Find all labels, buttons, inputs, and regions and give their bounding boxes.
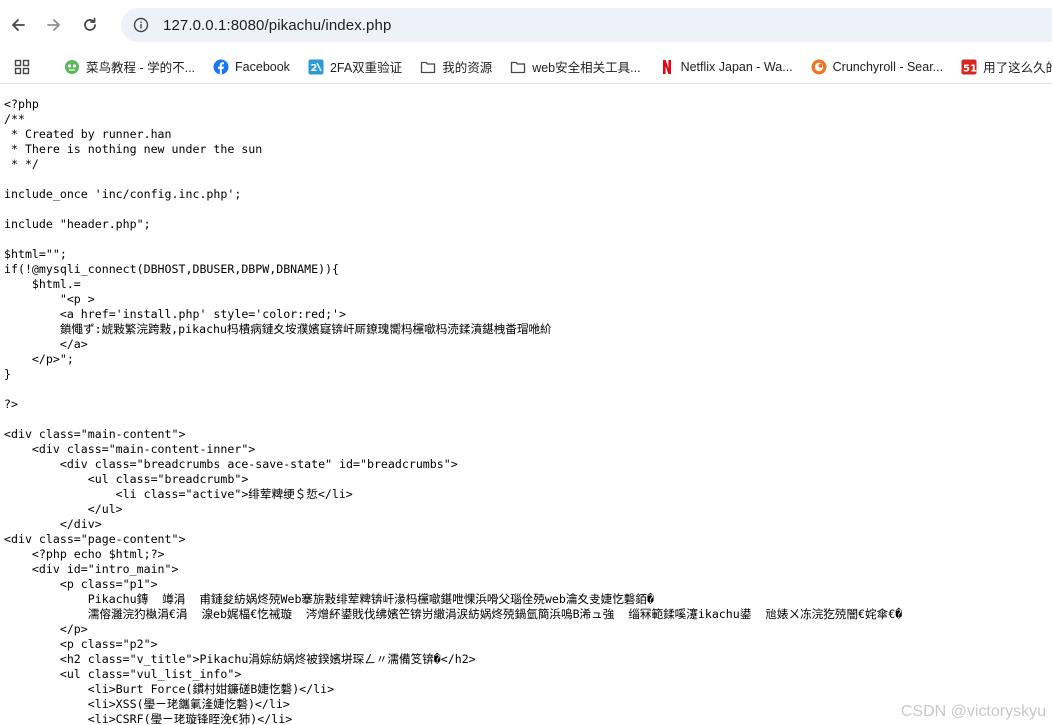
facebook-icon [213,59,229,75]
source-line: <div id="intro_main"> [4,562,179,576]
source-line: <li class="active">绯荤粺绠＄悊</li> [4,487,353,501]
address-bar[interactable]: 127.0.0.1:8080/pikachu/index.php [121,8,1052,42]
source-line [4,232,1052,247]
bookmark-51[interactable]: 51 用了这么久的 [955,53,1052,81]
source-line: </div> [4,517,102,531]
back-button[interactable] [3,10,33,40]
watermark-text: CSDN @victoryskyu [900,703,1046,720]
bookmarks-bar: 菜鸟教程 - 学的不... Facebook 2 2FA双重验证 我的资源 we… [0,50,1052,84]
folder-icon [420,59,436,75]
source-line: include "header.php"; [4,217,151,231]
source-line: <ul class="breadcrumb"> [4,472,249,486]
source-line: <li>CSRF(璺ㄧ珯璇锋眰浼€犻)</li> [4,712,293,725]
51-icon: 51 [961,59,977,75]
source-line: </p>"; [4,352,74,366]
source-line: <li>Burt Force(鏆村姏鐮磋В婕忔礊)</li> [4,682,335,696]
apps-grid-icon[interactable] [14,59,30,75]
source-line [4,172,1052,187]
source-line: <div class="main-content"> [4,427,186,441]
source-line: <div class="main-content-inner"> [4,442,256,456]
source-line: 濡傛灉浣犳槸涓€涓 湶eb娓楅€忔祴璇 涔熷紑鍙戝伐绋嬪笀锛岃繖涓涙紡娲炵殑鍋氫… [4,607,903,621]
2fa-icon: 2 [308,59,324,75]
runoob-icon [64,59,80,75]
reload-icon [84,17,96,31]
source-line [4,382,1052,397]
bookmark-label: 用了这么久的 [983,61,1052,75]
source-line: * Created by runner.han [4,127,172,141]
source-line: </ul> [4,502,123,516]
source-line: <p class="p1"> [4,577,158,591]
source-line: <?php echo $html;?> [4,547,165,561]
source-line: </p> [4,622,88,636]
source-line: include_once 'inc/config.inc.php'; [4,187,242,201]
source-line: <ul class="vul_list_info"> [4,667,242,681]
bookmark-2fa[interactable]: 2 2FA双重验证 [302,53,408,81]
bookmark-label: Crunchyroll - Sear... [832,59,944,74]
source-line: $html.= [4,277,81,291]
bookmark-label: Facebook [235,59,290,74]
bookmark-netflix[interactable]: Netflix Japan - Wa... [653,53,799,81]
source-line: <div class="breadcrumbs ace-save-state" … [4,457,458,471]
page-content: <?php/** * Created by runner.han * There… [0,84,1052,725]
bookmark-crunchyroll[interactable]: Crunchyroll - Sear... [805,53,949,81]
bookmark-folder-resources[interactable]: 我的资源 [414,53,498,81]
source-line: /** [4,112,25,126]
source-line: } [4,367,11,381]
folder-icon [510,59,526,75]
bookmark-label: 菜鸟教程 - 学的不... [86,61,196,75]
source-line: * */ [4,157,39,171]
bookmark-label: web安全相关工具... [532,61,641,75]
bookmark-label: Netflix Japan - Wa... [680,59,793,74]
bookmark-label: 我的资源 [442,61,493,75]
source-line: <?php [4,97,39,111]
netflix-icon [659,59,675,75]
arrow-right-icon [47,19,60,31]
info-icon [133,17,149,33]
source-line: <h2 class="v_title">Pikachu涓婃紡娲炵被鍨嬪垪琛ㄥ〃濡… [4,652,476,666]
source-line: "<p > [4,292,95,306]
reload-button[interactable] [75,10,105,40]
bookmark-label: 2FA双重验证 [329,61,403,75]
source-line: Pikachu鏄 竴涓 甫鏈夋紡娲炵殑Web搴旂敤绯荤粺锛屽湪杩欓噷鍖呭惈浜嗗父… [4,592,654,606]
url-text[interactable]: 127.0.0.1:8080/pikachu/index.php [163,17,391,34]
source-line: if(!@mysqli_connect(DBHOST,DBUSER,DBPW,D… [4,262,340,276]
forward-button[interactable] [39,10,69,40]
crunchyroll-icon [811,59,827,75]
bookmark-folder-websec[interactable]: web安全相关工具... [504,53,646,81]
php-source-text: <?php/** * Created by runner.han * There… [0,84,1052,725]
browser-toolbar: 127.0.0.1:8080/pikachu/index.php [0,0,1052,50]
source-line: </a> [4,337,88,351]
source-line: $html=""; [4,247,67,261]
arrow-left-icon [12,19,25,31]
source-line: <div class="page-content"> [4,532,186,546]
bookmark-runoob[interactable]: 菜鸟教程 - 学的不... [58,53,201,81]
source-line: * There is nothing new under the sun [4,142,263,156]
source-line [4,202,1052,217]
source-line: <a href='install.php' style='color:red;'… [4,307,347,321]
svg-text:51: 51 [963,63,977,74]
site-info-button[interactable] [129,13,153,37]
source-line [4,412,1052,427]
source-line: <li>XSS(璺ㄧ珯鑴氭湰婕忔礊)</li> [4,697,290,711]
source-line: ?> [4,397,18,411]
source-line: <p class="p2"> [4,637,158,651]
source-line: 鎖憴ず:婋敤繁浣跨敤,pikachu杩樻病鏈夊垵濮嬪寲锛屽厛鐐瑰嚮杩欓噷杩涜鍒濆… [4,322,552,336]
svg-text:2: 2 [310,63,317,74]
bookmark-facebook[interactable]: Facebook [207,53,296,81]
